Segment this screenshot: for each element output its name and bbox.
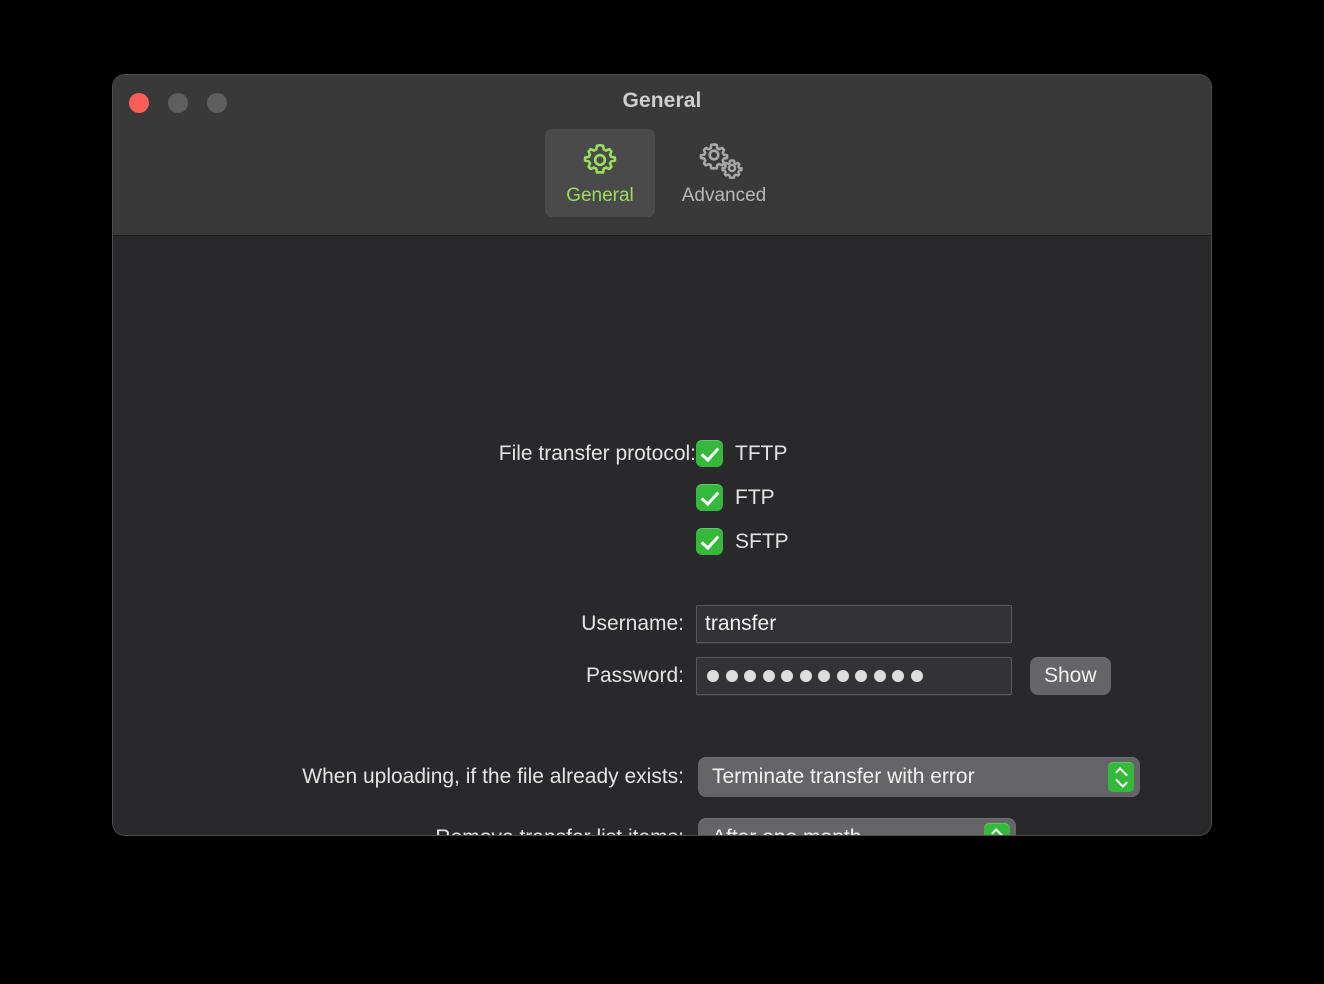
username-label: Username: <box>581 612 684 635</box>
checkbox-ftp[interactable] <box>696 484 723 511</box>
preferences-content: File transfer protocol: TFTP FTP SFTP Us… <box>113 236 1211 835</box>
upload-conflict-value: Terminate transfer with error <box>712 765 975 788</box>
password-masked-value <box>705 670 923 682</box>
window-title: General <box>622 89 702 112</box>
double-gear-icon <box>699 139 749 181</box>
username-row: Username: transfer <box>113 605 1211 643</box>
chevron-updown-icon <box>984 823 1010 835</box>
tab-advanced-label: Advanced <box>681 185 767 206</box>
tab-general-label: General <box>566 185 634 206</box>
protocol-row-sftp: SFTP <box>113 528 1211 555</box>
password-row: Password: Show <box>113 657 1211 695</box>
upload-conflict-row: When uploading, if the file already exis… <box>113 757 1211 797</box>
password-label: Password: <box>585 664 684 687</box>
upload-conflict-label: When uploading, if the file already exis… <box>302 765 684 788</box>
tab-advanced[interactable]: Advanced <box>669 129 779 217</box>
window-toolbar: General General Advanced <box>113 75 1211 236</box>
toolbar-tabs: General Advanced <box>113 129 1211 217</box>
gear-icon <box>579 139 621 181</box>
chevron-updown-icon <box>1108 762 1134 792</box>
password-input[interactable] <box>696 657 1012 695</box>
protocol-row-tftp: File transfer protocol: TFTP <box>113 440 1211 467</box>
upload-conflict-select[interactable]: Terminate transfer with error <box>698 757 1140 797</box>
remove-items-value: After one month <box>712 826 984 835</box>
tab-general[interactable]: General <box>545 129 655 217</box>
checkbox-tftp[interactable] <box>696 440 723 467</box>
remove-items-row: Remove transfer list items: After one mo… <box>113 818 1211 835</box>
remove-items-select[interactable]: After one month <box>698 818 1016 835</box>
file-transfer-protocol-label: File transfer protocol: <box>498 441 696 465</box>
remove-items-label: Remove transfer list items: <box>113 826 698 835</box>
show-password-button[interactable]: Show <box>1030 657 1111 695</box>
username-input[interactable]: transfer <box>696 605 1012 643</box>
checkbox-ftp-label: FTP <box>735 485 775 509</box>
username-value: transfer <box>705 612 777 635</box>
checkbox-sftp-label: SFTP <box>735 529 789 553</box>
protocol-row-ftp: FTP <box>113 484 1211 511</box>
checkbox-tftp-label: TFTP <box>735 441 788 465</box>
preferences-window: General General Advanced File transfer p… <box>113 75 1211 835</box>
checkbox-sftp[interactable] <box>696 528 723 555</box>
